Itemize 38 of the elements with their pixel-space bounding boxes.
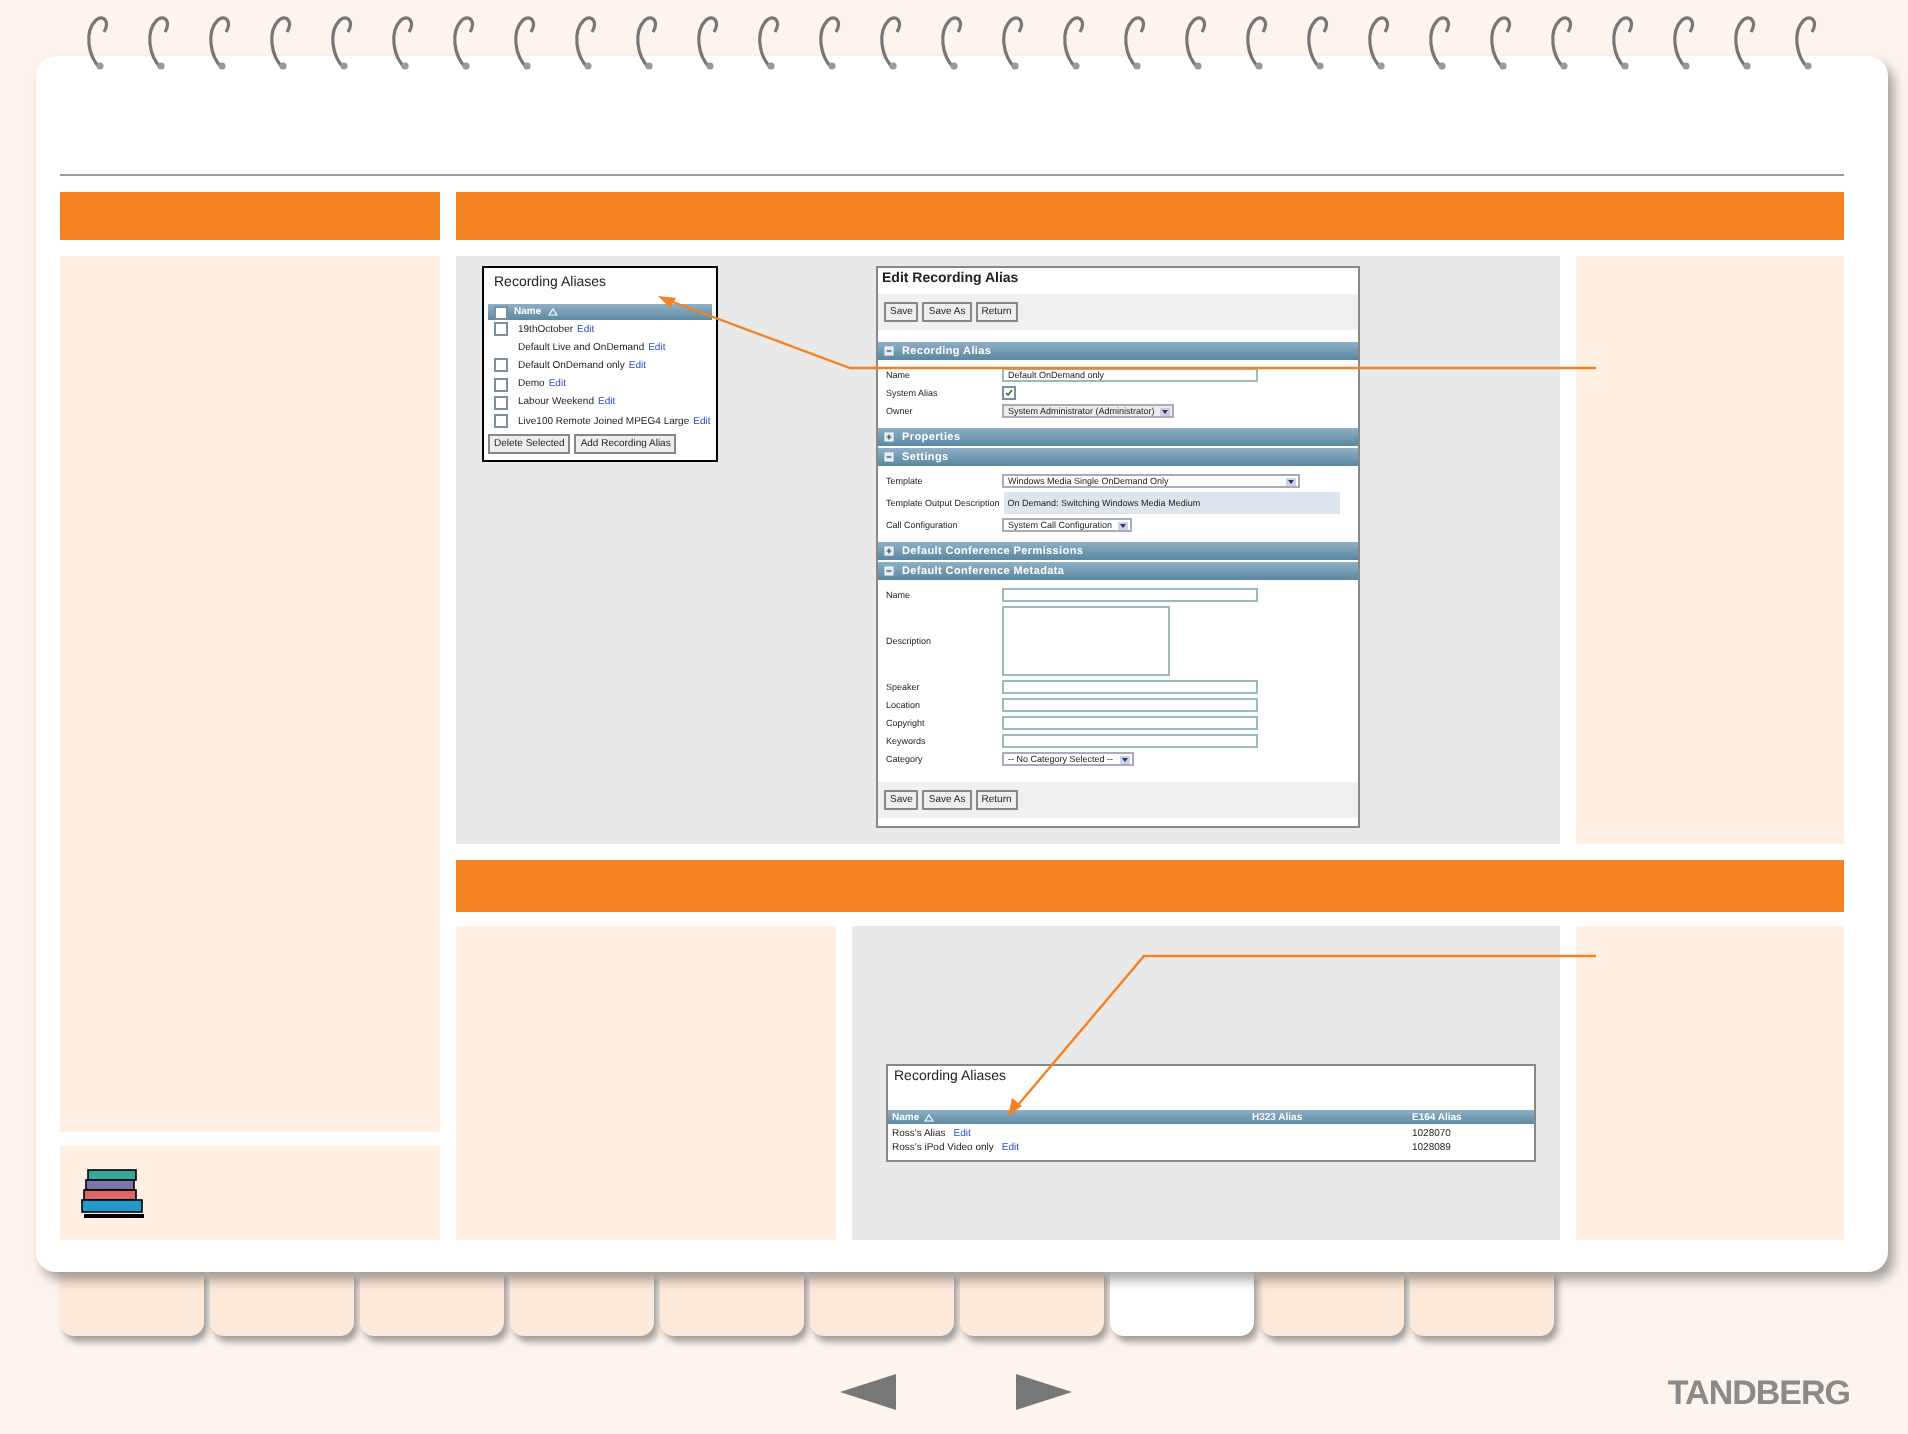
checkbox[interactable] (494, 305, 508, 319)
tab[interactable] (810, 1272, 954, 1336)
next-button[interactable] (1016, 1374, 1072, 1410)
collapse-icon[interactable] (884, 566, 894, 576)
tab[interactable] (1260, 1272, 1404, 1336)
tab[interactable] (660, 1272, 804, 1336)
dropdown-arrow-icon (1160, 407, 1171, 415)
collapse-icon[interactable] (884, 346, 894, 356)
dropdown-arrow-icon (1286, 477, 1296, 485)
text-input[interactable] (1002, 698, 1258, 712)
checkbox[interactable] (494, 395, 508, 410)
tab[interactable] (960, 1272, 1104, 1336)
text-input[interactable] (1002, 680, 1258, 694)
checkbox[interactable] (494, 377, 508, 392)
text-input[interactable] (1002, 734, 1258, 748)
tab[interactable] (510, 1272, 654, 1336)
tab[interactable] (1410, 1272, 1554, 1336)
checkbox[interactable] (1002, 386, 1016, 400)
text-area[interactable] (1002, 606, 1170, 676)
tab[interactable] (60, 1272, 204, 1336)
sort-arrow-icon[interactable] (547, 308, 558, 316)
tab[interactable] (210, 1272, 354, 1336)
previous-button[interactable] (840, 1374, 896, 1410)
checkbox[interactable] (494, 322, 508, 337)
expand-icon[interactable] (884, 432, 894, 442)
books-icon (78, 1165, 146, 1221)
tab[interactable] (1110, 1272, 1254, 1336)
collapse-icon[interactable] (884, 452, 894, 462)
sort-arrow-icon[interactable] (923, 1113, 934, 1121)
checkbox[interactable] (494, 414, 508, 429)
text-input[interactable] (1002, 716, 1258, 730)
expand-icon[interactable] (884, 546, 894, 556)
checkbox[interactable] (494, 358, 508, 373)
text-input[interactable] (1002, 588, 1258, 602)
dropdown-arrow-icon (1118, 521, 1129, 529)
tab[interactable] (360, 1272, 504, 1336)
dropdown-arrow-icon (1119, 755, 1130, 763)
logo: TANDBERG (1667, 1374, 1850, 1414)
